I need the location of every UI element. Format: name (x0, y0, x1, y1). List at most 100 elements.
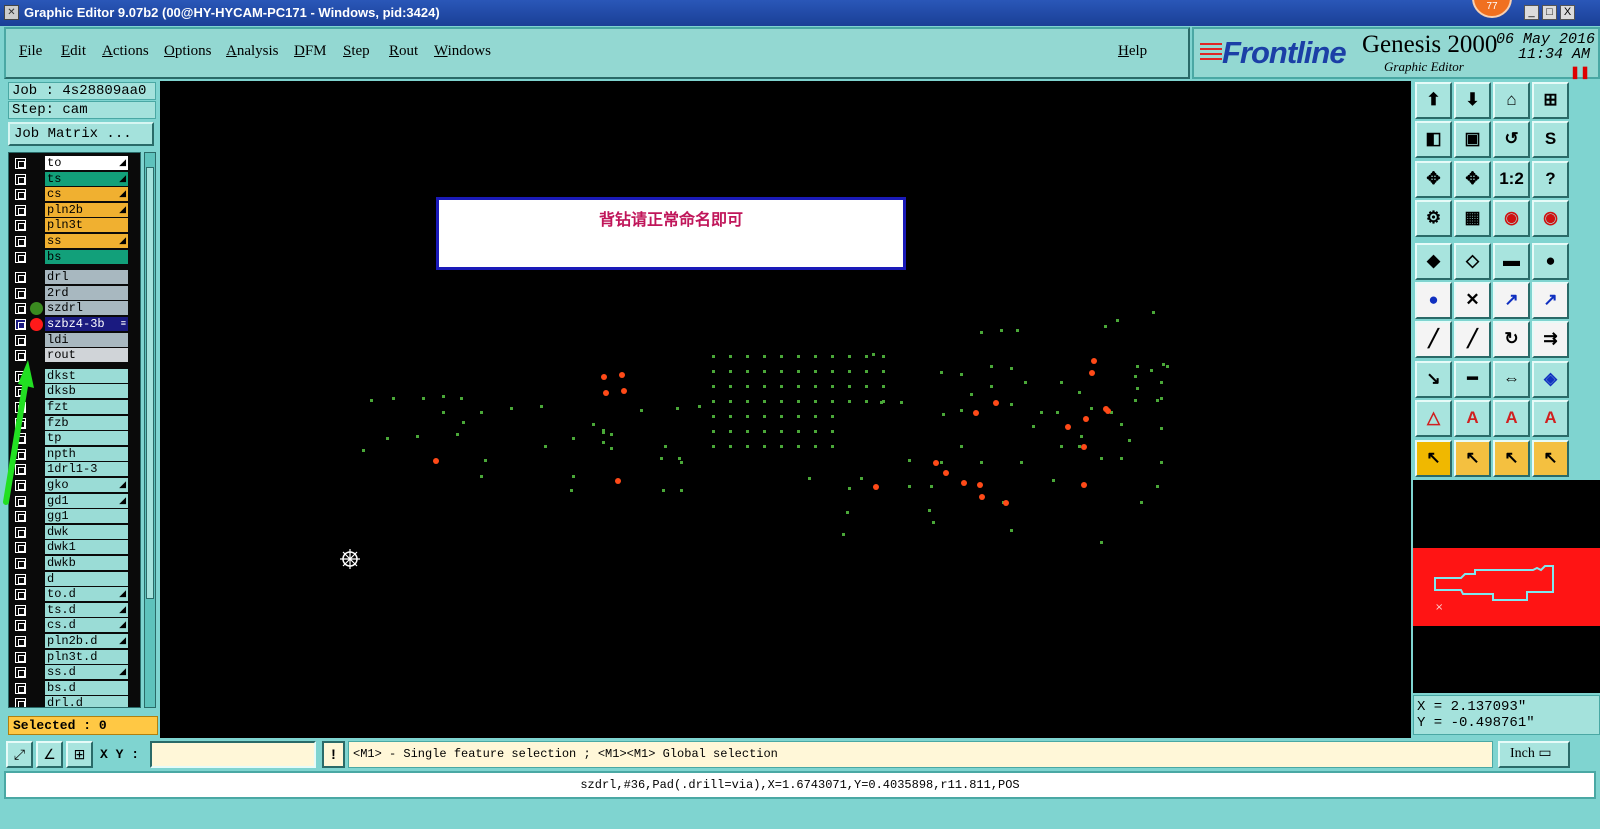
layer-checkbox[interactable] (15, 370, 26, 382)
pan-right-icon[interactable]: ▣ (1454, 121, 1491, 159)
menu-help[interactable]: Help (1118, 43, 1147, 60)
layer-name[interactable]: drl.d (45, 696, 128, 707)
layer-checkbox[interactable] (15, 189, 26, 201)
layer-row[interactable]: d (9, 571, 140, 587)
menu-edit[interactable]: Edit (61, 43, 86, 60)
layer-checkbox[interactable] (15, 589, 26, 601)
graphic-canvas[interactable]: 背钻请正常命名即可 (160, 81, 1411, 738)
layer-name[interactable]: drl (45, 270, 128, 285)
scale-icon[interactable]: 1:2 (1493, 160, 1530, 198)
pad-icon[interactable]: ◆ (1415, 242, 1452, 280)
fit-icon[interactable]: ✥ (1415, 160, 1452, 198)
layer-name[interactable]: dksb (45, 384, 128, 399)
move-icon[interactable]: ↘ (1415, 360, 1452, 398)
layer-checkbox[interactable] (15, 526, 26, 538)
red-layer-icon[interactable]: ◉ (1493, 200, 1530, 238)
layer-checkbox[interactable] (15, 682, 26, 694)
layer-name[interactable]: gd1 (45, 493, 128, 508)
layer-row[interactable]: dksb (9, 384, 140, 399)
layer-checkbox[interactable] (15, 417, 26, 429)
red-layer2-icon[interactable]: ◉ (1532, 200, 1569, 238)
arc-icon[interactable]: ↻ (1493, 321, 1530, 359)
menu-analysis[interactable]: Analysis (226, 43, 279, 60)
layer-affected-dot[interactable] (30, 318, 43, 331)
layer-name[interactable]: gg1 (45, 509, 128, 524)
layer-row[interactable]: fzt (9, 400, 140, 415)
layer-name[interactable]: dwk1 (45, 540, 128, 555)
layer-row[interactable]: bs (9, 249, 140, 265)
layer-name[interactable]: cs (45, 187, 128, 202)
ruler-icon[interactable]: ▬ (1493, 242, 1530, 280)
layer-checkbox[interactable] (15, 667, 26, 679)
layer-row[interactable]: 2rd (9, 285, 140, 301)
layer-name[interactable]: gko (45, 478, 128, 492)
layer-row[interactable]: drl.d (9, 696, 140, 707)
layer-checkbox[interactable] (15, 573, 26, 585)
layer-checkbox[interactable] (15, 480, 26, 491)
app-icon[interactable]: ✕ (4, 5, 19, 20)
layer-checkbox[interactable] (15, 698, 26, 707)
layer-row[interactable]: bs.d (9, 680, 140, 696)
layer-row[interactable]: fzb (9, 415, 140, 431)
layer-name[interactable]: dwkb (45, 556, 128, 570)
layer-name[interactable]: ss (45, 234, 128, 248)
pointer-icon[interactable]: ↖ (1415, 439, 1452, 477)
notification-badge[interactable]: 77 (1472, 0, 1512, 18)
layer-name[interactable]: npth (45, 446, 128, 461)
layer-name[interactable]: to.d (45, 587, 128, 602)
pause-icon[interactable]: ❚❚ (1570, 65, 1590, 79)
layer-row[interactable]: to ◢ (9, 156, 140, 171)
connect-icon[interactable]: ● (1415, 282, 1452, 319)
expand-icon[interactable]: ⤢ (6, 741, 33, 768)
line-icon[interactable]: ◇ (1454, 242, 1491, 280)
layer-name[interactable]: tp (45, 431, 128, 446)
layer-checkbox[interactable] (15, 636, 26, 647)
minimize-button[interactable]: _ (1524, 5, 1539, 20)
arrow-icon[interactable]: ↗ (1493, 282, 1530, 319)
layer-name[interactable]: ts.d (45, 602, 128, 617)
layer-checkbox[interactable] (15, 558, 26, 569)
layer-checkbox[interactable] (15, 319, 26, 330)
layer-row[interactable]: ss.d ◢ (9, 665, 140, 680)
warning-button[interactable]: ! (322, 741, 345, 768)
layer-checkbox[interactable] (15, 402, 26, 413)
menu-options[interactable]: Options (164, 43, 212, 60)
layer-row[interactable]: ts ◢ (9, 171, 140, 187)
layer-row[interactable]: dwk (9, 524, 140, 540)
layer-checkbox[interactable] (15, 204, 26, 216)
layer-name[interactable]: pln3t.d (45, 649, 128, 664)
letter-a-icon[interactable]: A (1493, 400, 1530, 438)
layer-row[interactable]: ldi (9, 332, 140, 348)
layer-checkbox[interactable] (15, 651, 26, 663)
layer-name[interactable]: dkst (45, 368, 128, 383)
layer-name[interactable]: d (45, 571, 128, 586)
pointer3-icon[interactable]: ↖ (1493, 439, 1530, 477)
close-button[interactable]: X (1560, 5, 1575, 20)
arrow2-icon[interactable]: ↗ (1532, 282, 1569, 319)
cut-icon[interactable]: ━ (1454, 360, 1491, 398)
layer-row[interactable]: dwkb (9, 556, 140, 571)
menu-windows[interactable]: Windows (434, 43, 491, 60)
layer-checkbox[interactable] (15, 334, 26, 346)
layer-name[interactable]: to (45, 156, 128, 170)
layer-checkbox[interactable] (15, 620, 26, 632)
layer-name[interactable]: ldi (45, 332, 128, 347)
layer-name[interactable]: ts (45, 171, 128, 186)
layer-name[interactable]: pln3t (45, 218, 128, 233)
blue-square-icon[interactable]: ◈ (1532, 360, 1569, 398)
xy-input[interactable] (150, 741, 316, 768)
layer-row[interactable]: ss ◢ (9, 234, 140, 249)
pointer2-icon[interactable]: ↖ (1454, 439, 1491, 477)
menu-dfm[interactable]: DFM (294, 43, 327, 60)
cross-icon[interactable]: ✕ (1454, 282, 1491, 319)
layer-name[interactable]: fzt (45, 400, 128, 414)
layer-checkbox[interactable] (15, 251, 26, 263)
layer-name[interactable]: szbz4-3b (45, 317, 128, 331)
layer-row[interactable]: szdrl (9, 301, 140, 316)
layer-checkbox[interactable] (15, 495, 26, 507)
panel-icon[interactable]: ▦ (1454, 200, 1491, 238)
slash-icon[interactable]: ╱ (1415, 321, 1452, 359)
layer-checkbox[interactable] (15, 173, 26, 185)
layer-checkbox[interactable] (15, 350, 26, 362)
menu-rout[interactable]: Rout (389, 43, 418, 60)
